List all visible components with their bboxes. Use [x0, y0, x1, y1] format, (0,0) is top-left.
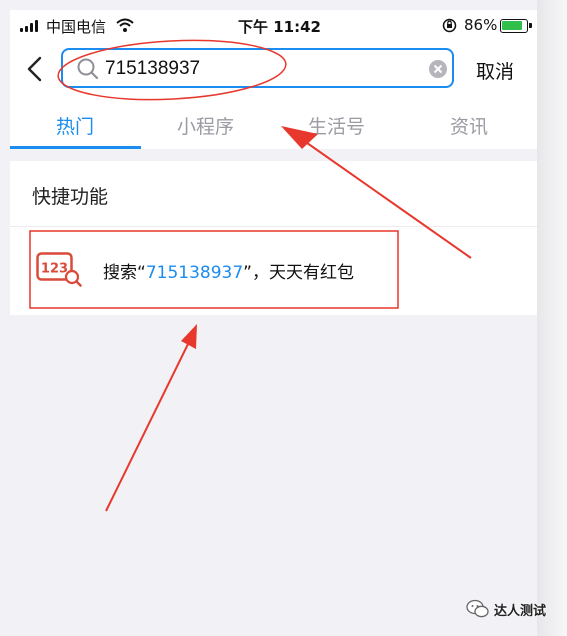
shortcut-number: 715138937	[145, 263, 244, 283]
wifi-icon	[116, 18, 134, 32]
back-chevron-icon[interactable]	[24, 56, 48, 82]
carrier-name: 中国电信	[46, 18, 107, 36]
search-icon	[77, 58, 99, 80]
watermark: 达人测试	[466, 598, 556, 620]
shortcut-prefix: 搜索“	[103, 263, 146, 283]
wechat-logo-icon	[466, 599, 489, 618]
icon-digits: 123	[41, 262, 68, 277]
divider	[10, 149, 537, 161]
number-search-icon: 123	[36, 252, 82, 287]
status-bar: 中国电信 下午 11:42 86%	[10, 14, 537, 40]
orientation-lock-icon	[442, 18, 457, 33]
tab-mini-programs[interactable]: 小程序	[177, 112, 234, 139]
section-title: 快捷功能	[32, 186, 109, 208]
battery-percent: 86%	[464, 16, 498, 34]
tab-life-accounts[interactable]: 生活号	[308, 112, 365, 139]
clear-icon[interactable]	[429, 60, 447, 78]
search-query: 715138937	[105, 58, 201, 79]
empty-area	[10, 315, 537, 636]
photo-right-edge	[537, 0, 567, 636]
divider	[10, 226, 537, 227]
watermark-text: 达人测试	[494, 604, 547, 619]
cancel-button[interactable]: 取消	[476, 57, 514, 84]
battery-charging-icon	[500, 19, 532, 33]
shortcut-search-red-packet[interactable]: 123 搜索“715138937”，天天有红包	[30, 232, 398, 308]
clock: 下午 11:42	[238, 18, 321, 36]
shortcut-suffix: ”，天天有红包	[243, 263, 354, 283]
search-input[interactable]: 715138937	[61, 48, 454, 88]
tab-news[interactable]: 资讯	[450, 112, 488, 139]
tab-hot[interactable]: 热门	[56, 112, 94, 139]
signal-icon	[20, 20, 42, 32]
shortcut-label: 搜索“715138937”，天天有红包	[103, 258, 354, 283]
